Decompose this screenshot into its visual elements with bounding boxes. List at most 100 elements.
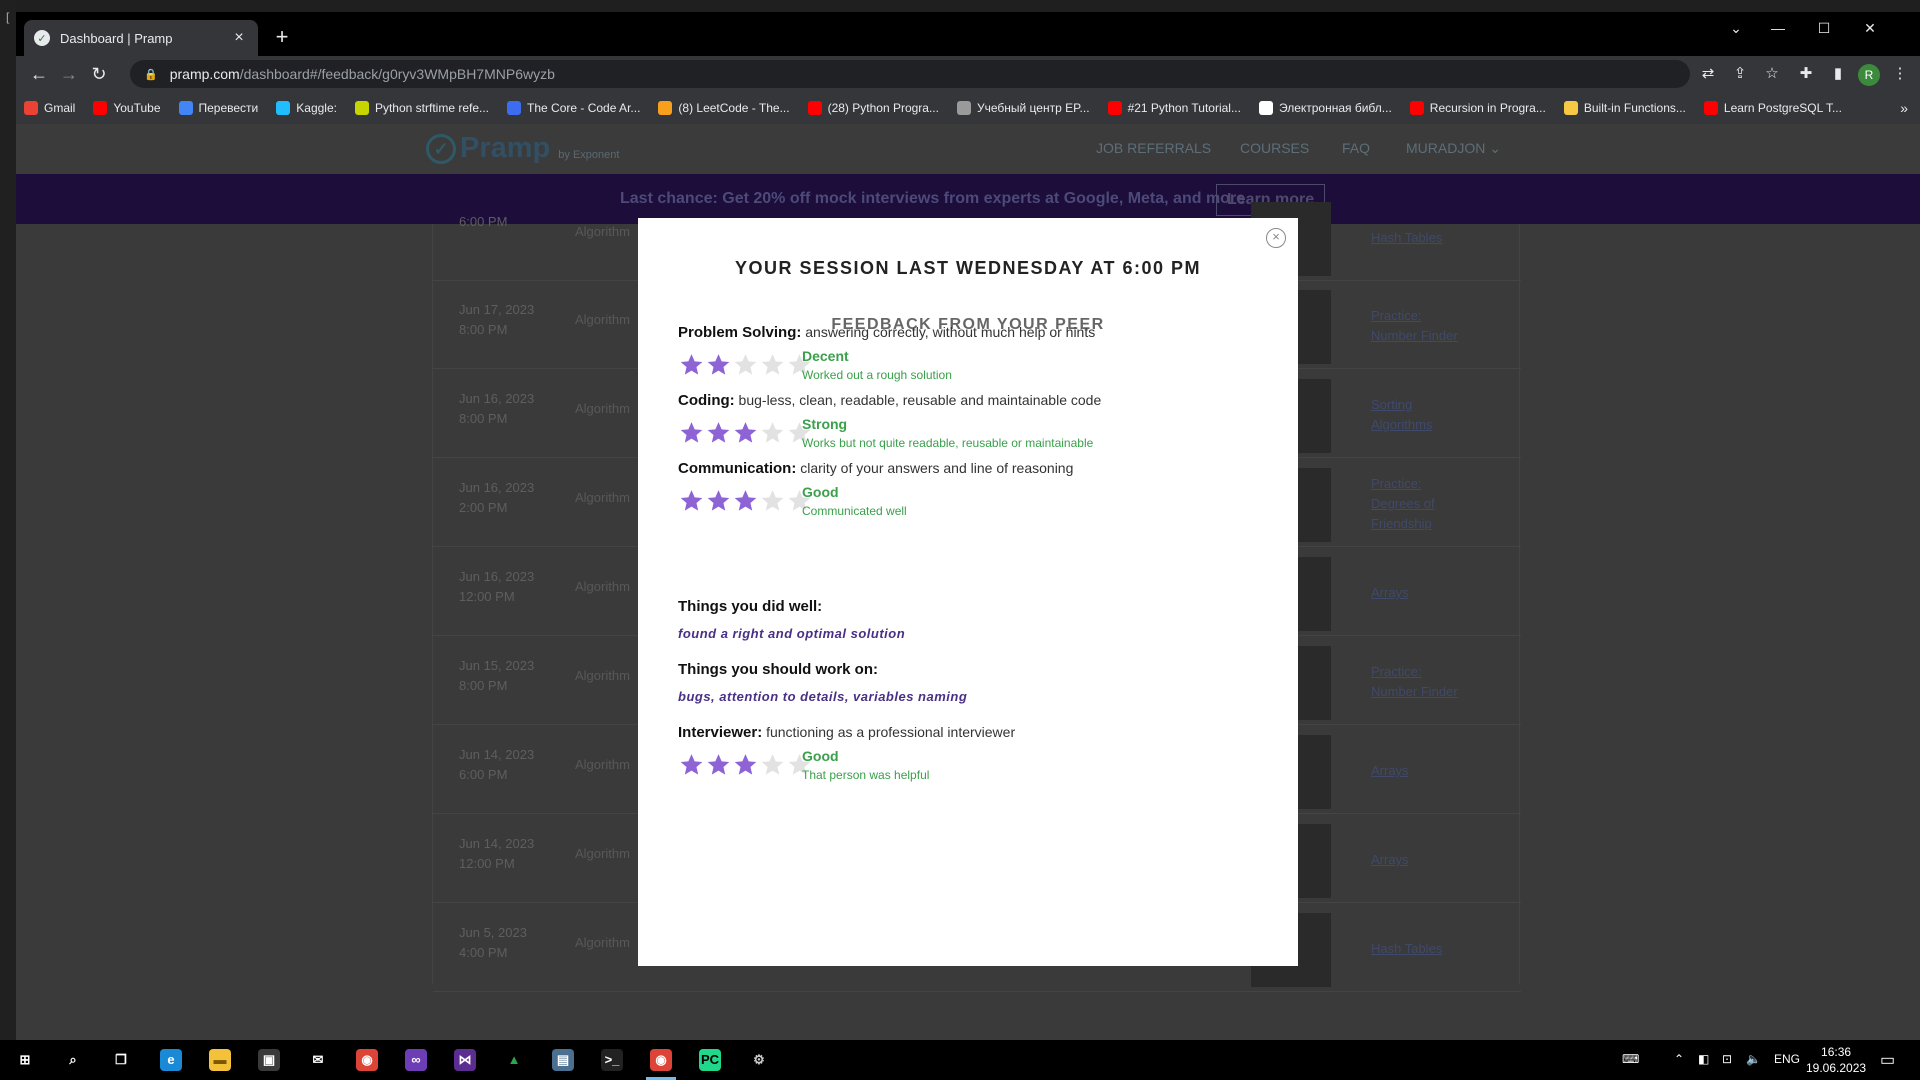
question-link[interactable]: Practice: Number Finder [1371, 662, 1458, 702]
address-bar[interactable]: 🔒 pramp.com/dashboard#/feedback/g0ryv3WM… [130, 60, 1690, 88]
chrome-icon: ◉ [356, 1049, 378, 1071]
taskbar-app-settings[interactable]: ⚙ [736, 1040, 782, 1080]
question-link-line: Number Finder [1371, 328, 1458, 343]
back-icon[interactable]: ← [26, 62, 52, 86]
taskbar-app-chrome[interactable]: ◉ [344, 1040, 390, 1080]
minimize-button[interactable]: — [1758, 20, 1798, 36]
bookmark-item[interactable]: Gmail [24, 101, 75, 115]
question-link-line: Number Finder [1371, 684, 1458, 699]
question-link-line: Arrays [1371, 585, 1409, 600]
session-type: Algorithm [575, 401, 630, 416]
taskbar-app-start[interactable]: ⊞ [2, 1040, 48, 1080]
bookmark-item[interactable]: #21 Python Tutorial... [1107, 101, 1241, 115]
bookmarks-more-icon[interactable]: » [1900, 100, 1908, 116]
language-indicator[interactable]: ENG [1774, 1052, 1800, 1066]
new-tab-button[interactable]: + [270, 26, 294, 48]
nav-courses[interactable]: COURSES [1240, 140, 1309, 156]
question-link[interactable]: Hash Tables [1371, 939, 1442, 959]
taskbar-app-search[interactable]: ⌕ [50, 1040, 96, 1080]
bookmark-item[interactable]: Учебный центр EP... [956, 101, 1090, 115]
bookmark-favicon-icon [178, 101, 193, 115]
close-window-button[interactable]: ✕ [1850, 20, 1890, 37]
did-well-text: found a right and optimal solution [678, 626, 906, 641]
taskbar-app-edge[interactable]: e [148, 1040, 194, 1080]
criterion-name: Communication: [678, 460, 797, 477]
bookmark-star-icon[interactable]: ☆ [1760, 64, 1784, 82]
star-empty-icon [761, 490, 784, 511]
bookmark-item[interactable]: Learn PostgreSQL T... [1703, 101, 1842, 115]
taskbar-app-mail[interactable]: ✉ [295, 1040, 341, 1080]
star-filled-icon [680, 422, 703, 443]
rating-detail: Communicated well [802, 504, 907, 518]
clock[interactable]: 16:36 19.06.2023 [1806, 1044, 1866, 1076]
keyboard-icon[interactable]: ⌨ [1622, 1052, 1639, 1066]
extensions-icon[interactable]: ✚ [1794, 64, 1818, 82]
nav-user-menu[interactable]: MURADJON ⌄ [1406, 140, 1501, 157]
search-icon: ⌕ [69, 1052, 77, 1067]
bookmark-favicon-icon [1258, 101, 1273, 115]
question-link[interactable]: Arrays [1371, 850, 1409, 870]
star-rating [678, 420, 813, 446]
session-time: 4:00 PM [459, 945, 508, 960]
star-filled-icon [734, 422, 757, 443]
reload-icon[interactable]: ↻ [86, 62, 112, 86]
share-icon[interactable]: ⇪ [1728, 64, 1752, 82]
side-panel-icon[interactable]: ▮ [1826, 64, 1850, 82]
pramp-logo[interactable]: ✓ Pramp by Exponent [426, 132, 619, 165]
logo-subtext: by Exponent [558, 148, 620, 161]
nav-faq[interactable]: FAQ [1342, 140, 1370, 156]
tab-close-icon[interactable]: × [230, 29, 248, 47]
taskbar-app-terminal[interactable]: >_ [589, 1040, 635, 1080]
bookmark-item[interactable]: (28) Python Progra... [807, 101, 939, 115]
taskbar-app-visual-studio-code[interactable]: ⋈ [442, 1040, 488, 1080]
bookmark-item[interactable]: YouTube [93, 101, 161, 115]
maximize-button[interactable]: ☐ [1804, 20, 1844, 37]
bookmark-item[interactable]: Kaggle: [276, 101, 337, 115]
taskbar-app-drive[interactable]: ▲ [491, 1040, 537, 1080]
bookmark-label: Gmail [44, 101, 76, 115]
visual-studio-icon: ∞ [405, 1049, 427, 1071]
profile-avatar[interactable]: R [1858, 64, 1880, 86]
tab-dashboard[interactable]: ✓ Dashboard | Pramp × [24, 20, 258, 56]
background-window-edge: [ [0, 0, 16, 1040]
taskbar-app-chrome-active[interactable]: ◉ [638, 1040, 684, 1080]
meet-icon[interactable]: ◧ [1698, 1052, 1709, 1066]
work-on-heading: Things you should work on: [678, 661, 878, 678]
taskbar-app-photos[interactable]: ▤ [540, 1040, 586, 1080]
translate-icon[interactable]: ⇄ [1696, 64, 1720, 82]
taskbar-app-task-view[interactable]: ❐ [98, 1040, 144, 1080]
taskbar-app-pycharm[interactable]: PC [687, 1040, 733, 1080]
notifications-icon[interactable]: ▭ [1880, 1050, 1895, 1070]
bookmark-item[interactable]: Электронная библ... [1258, 101, 1392, 115]
taskbar-app-visual-studio[interactable]: ∞ [393, 1040, 439, 1080]
question-link[interactable]: Hash Tables [1371, 228, 1442, 248]
session-day: Jun 14, 2023 [459, 836, 535, 851]
bookmark-item[interactable]: Recursion in Progra... [1409, 101, 1546, 115]
question-link[interactable]: Arrays [1371, 583, 1409, 603]
question-link[interactable]: Arrays [1371, 761, 1409, 781]
taskbar-app-store[interactable]: ▣ [246, 1040, 292, 1080]
question-link-line: Hash Tables [1371, 941, 1443, 956]
bookmark-item[interactable]: The Core - Code Ar... [507, 101, 640, 115]
bookmark-item[interactable]: Built-in Functions... [1563, 101, 1686, 115]
criterion-desc: functioning as a professional interviewe… [766, 724, 1016, 740]
tab-search-icon[interactable]: ⌄ [1716, 20, 1756, 37]
bookmark-item[interactable]: (8) LeetCode - The... [658, 101, 790, 115]
bookmark-item[interactable]: Перевести [178, 101, 258, 115]
nav-job-referrals[interactable]: JOB REFERRALS [1096, 140, 1211, 156]
session-time: 6:00 PM [459, 767, 508, 782]
question-link[interactable]: Practice: Degrees of Friendship [1371, 474, 1435, 534]
menu-kebab-icon[interactable]: ⋮ [1888, 64, 1912, 82]
bookmark-favicon-icon [1563, 101, 1578, 115]
bookmark-favicon-icon [807, 101, 822, 115]
show-hidden-icons-icon[interactable]: ⌃ [1674, 1052, 1684, 1066]
volume-icon[interactable]: 🔈 [1746, 1052, 1761, 1066]
forward-icon[interactable]: → [56, 62, 82, 86]
close-icon[interactable]: × [1266, 228, 1286, 248]
bookmark-item[interactable]: Python strftime refe... [354, 101, 489, 115]
bookmark-favicon-icon [1703, 101, 1718, 115]
question-link[interactable]: Practice: Number Finder [1371, 306, 1458, 346]
network-icon[interactable]: ⊡ [1722, 1052, 1732, 1066]
taskbar-app-file-explorer[interactable]: ▬ [197, 1040, 243, 1080]
question-link[interactable]: Sorting Algorithms [1371, 395, 1432, 435]
